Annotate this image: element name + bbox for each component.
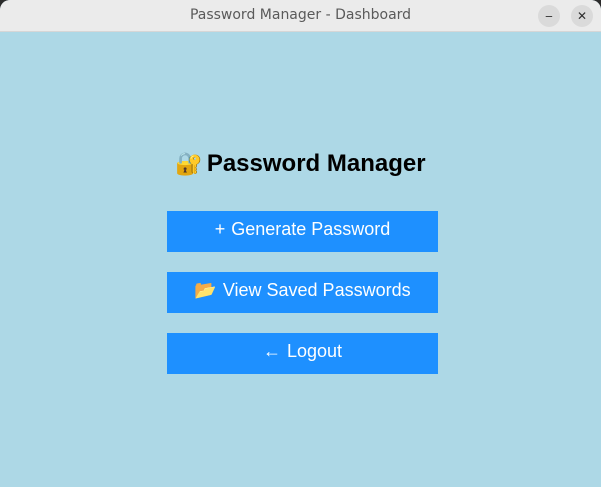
logout-button[interactable]: ← Logout bbox=[167, 333, 438, 374]
open-folder-icon: 📂 bbox=[194, 280, 217, 300]
left-arrow-icon: ← bbox=[262, 341, 281, 361]
minimize-button[interactable]: ‒ bbox=[538, 5, 560, 27]
page-title: 🔐 Password Manager bbox=[0, 150, 601, 178]
view-saved-passwords-button[interactable]: 📂 View Saved Passwords bbox=[167, 272, 438, 313]
window-title: Password Manager - Dashboard bbox=[189, 7, 412, 23]
generate-password-button[interactable]: + Generate Password bbox=[167, 211, 438, 252]
lock-with-key-icon: 🔐 bbox=[175, 151, 203, 176]
title-bar[interactable]: Password Manager - Dashboard ‒ ✕ bbox=[0, 0, 601, 32]
logout-label: Logout bbox=[286, 341, 343, 361]
page-title-text: Password Manager bbox=[206, 150, 426, 177]
generate-password-label: Generate Password bbox=[231, 219, 391, 239]
plus-icon: + bbox=[214, 219, 226, 239]
minimize-icon: ‒ bbox=[545, 9, 553, 23]
close-button[interactable]: ✕ bbox=[571, 5, 593, 27]
close-icon: ✕ bbox=[576, 9, 588, 23]
dashboard-content: 🔐 Password Manager + Generate Password 📂 Vi… bbox=[0, 32, 601, 487]
app-window: Password Manager - Dashboard ‒ ✕ 🔐 Passwo… bbox=[0, 0, 601, 487]
view-saved-passwords-label: View Saved Passwords bbox=[222, 280, 411, 300]
